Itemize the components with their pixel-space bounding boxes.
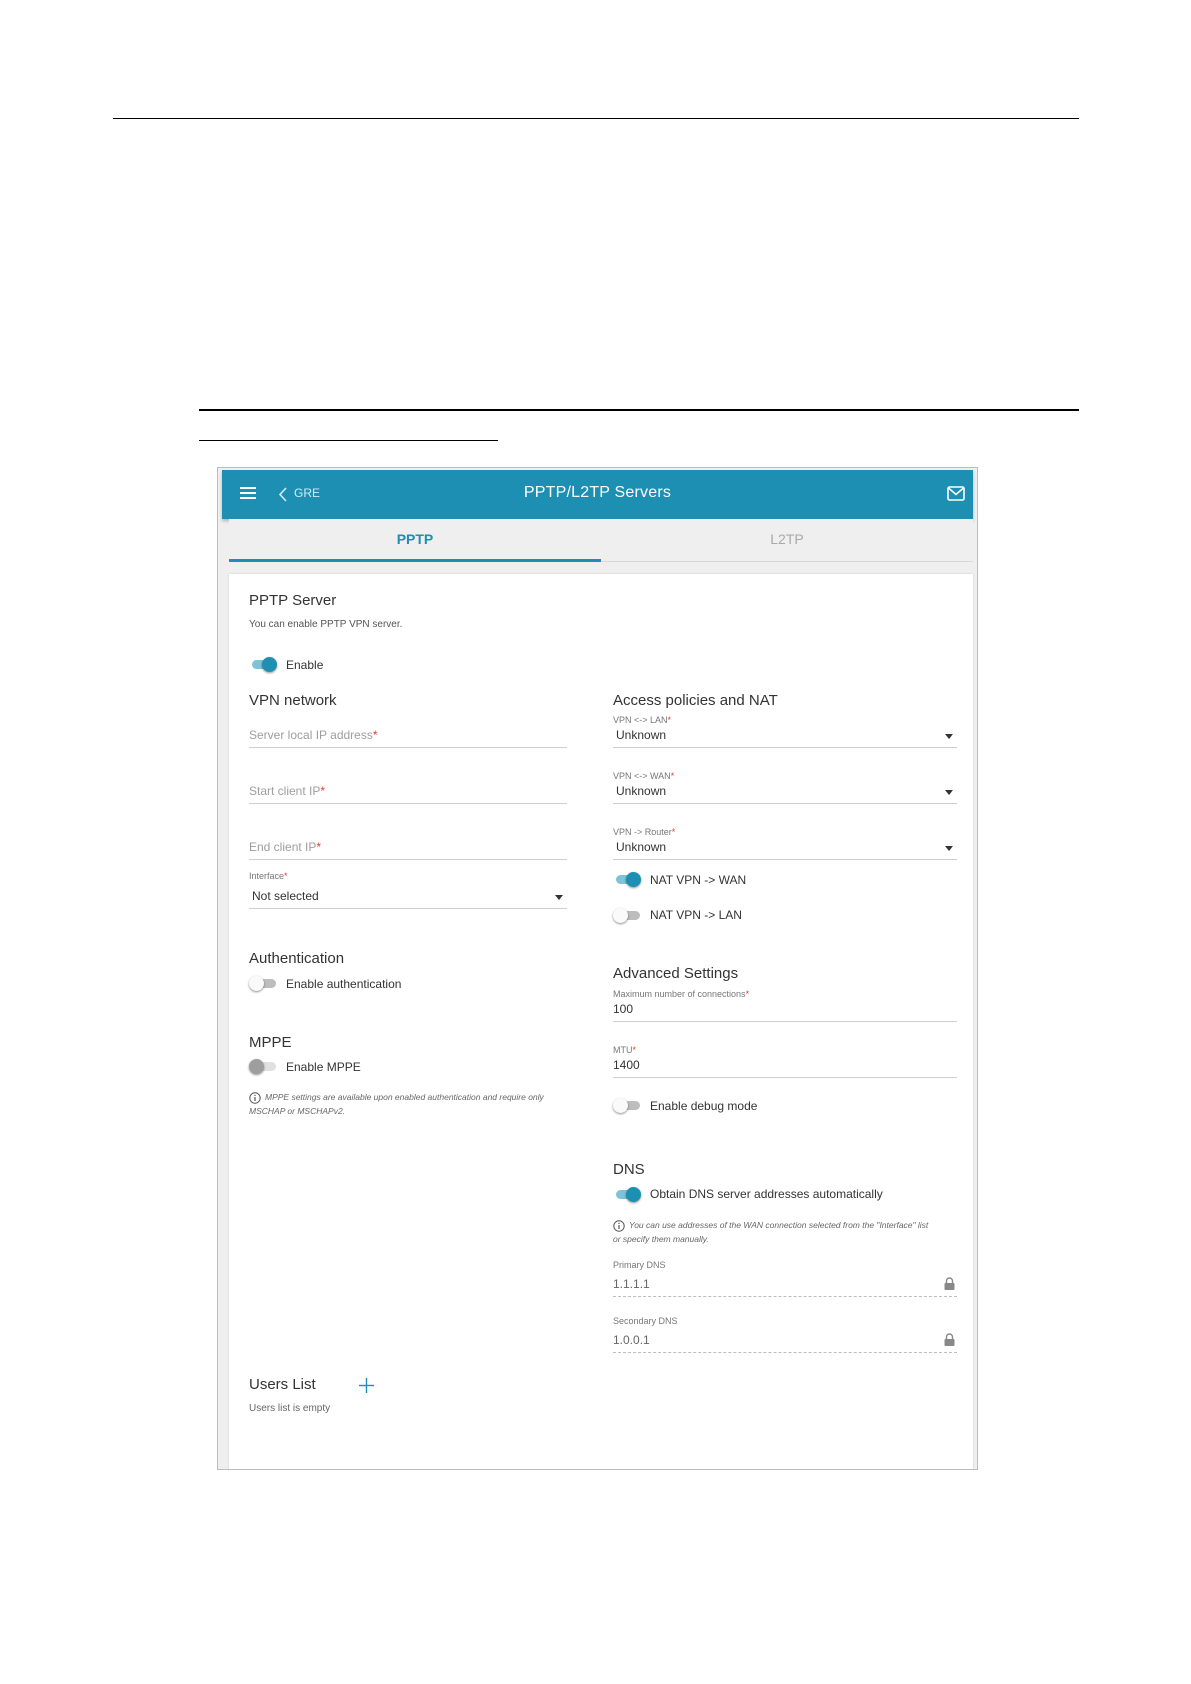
section-title-dns: DNS <box>613 1161 645 1178</box>
section-title-authentication: Authentication <box>249 950 345 967</box>
max-connections-value: 100 <box>613 1002 634 1016</box>
screenshot-frame: GRE PPTP/L2TP Servers PPTP L2TP PPTP Ser… <box>217 467 978 1470</box>
server-ip-placeholder: Server local IP address <box>249 728 373 742</box>
settings-card: PPTP Server You can enable PPTP VPN serv… <box>229 574 973 1469</box>
users-list-empty: Users list is empty <box>249 1403 331 1414</box>
server-ip-field[interactable]: Server local IP address* <box>249 722 567 748</box>
enable-authentication-toggle[interactable] <box>249 975 277 991</box>
top-bar: GRE PPTP/L2TP Servers <box>222 470 973 519</box>
add-user-button[interactable] <box>359 1378 374 1393</box>
document-rule-short <box>199 440 498 441</box>
max-connections-field[interactable]: 100 <box>613 996 957 1022</box>
vpn-lan-value: Unknown <box>616 728 667 742</box>
nat-vpn-wan-label: NAT VPN -> WAN <box>650 873 747 887</box>
start-ip-placeholder: Start client IP <box>249 784 321 798</box>
section-title-users-list: Users List <box>249 1376 316 1393</box>
enable-mppe-label: Enable MPPE <box>286 1060 361 1074</box>
dns-auto-label: Obtain DNS server addresses automaticall… <box>650 1187 883 1201</box>
chevron-down-icon <box>945 734 953 739</box>
interface-label: Interface* <box>249 871 288 881</box>
dns-note: You can use addresses of the WAN connect… <box>629 1220 929 1230</box>
dns-note-cont: or specify them manually. <box>613 1234 709 1244</box>
document-rule-top <box>113 118 1079 119</box>
mppe-note: MPPE settings are available upon enabled… <box>265 1092 544 1102</box>
document-rule-mid <box>199 409 1079 411</box>
secondary-dns-label: Secondary DNS <box>613 1316 678 1326</box>
enable-server-label: Enable <box>286 658 324 672</box>
primary-dns-field: 1.1.1.1 <box>613 1271 957 1297</box>
nat-vpn-lan-toggle[interactable] <box>613 907 641 923</box>
vpn-router-select[interactable]: Unknown <box>613 834 957 860</box>
vpn-lan-select[interactable]: Unknown <box>613 722 957 748</box>
enable-mppe-toggle[interactable] <box>249 1058 277 1074</box>
interface-select[interactable]: Not selected <box>249 883 567 909</box>
secondary-dns-field: 1.0.0.1 <box>613 1327 957 1353</box>
page-title: PPTP/L2TP Servers <box>523 484 672 501</box>
section-title-vpn-network: VPN network <box>249 692 337 709</box>
info-icon <box>613 1220 625 1232</box>
mail-icon[interactable] <box>947 486 965 501</box>
end-ip-field[interactable]: End client IP* <box>249 834 567 860</box>
interface-value: Not selected <box>252 889 319 903</box>
vpn-wan-value: Unknown <box>616 784 667 798</box>
nat-vpn-lan-label: NAT VPN -> LAN <box>650 908 742 922</box>
mtu-value: 1400 <box>613 1058 640 1072</box>
tab-pptp[interactable]: PPTP <box>229 519 601 562</box>
nat-vpn-wan-toggle[interactable] <box>613 871 641 887</box>
enable-server-toggle[interactable] <box>249 656 277 672</box>
chevron-down-icon <box>945 790 953 795</box>
secondary-dns-value: 1.0.0.1 <box>613 1333 650 1347</box>
debug-mode-toggle[interactable] <box>613 1097 641 1113</box>
dns-auto-toggle[interactable] <box>613 1186 641 1202</box>
end-ip-placeholder: End client IP <box>249 840 317 854</box>
start-ip-field[interactable]: Start client IP* <box>249 778 567 804</box>
chevron-down-icon <box>945 846 953 851</box>
section-title-advanced-settings: Advanced Settings <box>613 965 739 982</box>
vpn-wan-select[interactable]: Unknown <box>613 778 957 804</box>
tab-bar: PPTP L2TP <box>229 519 973 562</box>
info-icon <box>249 1092 261 1104</box>
debug-mode-label: Enable debug mode <box>650 1099 758 1113</box>
chevron-down-icon <box>555 895 563 900</box>
section-title-pptp-server: PPTP Server <box>249 592 337 609</box>
tab-l2tp[interactable]: L2TP <box>601 519 973 562</box>
lock-icon <box>944 1277 955 1290</box>
primary-dns-label: Primary DNS <box>613 1260 666 1270</box>
section-title-access-policies: Access policies and NAT <box>613 692 778 709</box>
mppe-note-cont: MSCHAP or MSCHAPv2. <box>249 1106 346 1116</box>
mtu-field[interactable]: 1400 <box>613 1052 957 1078</box>
enable-authentication-label: Enable authentication <box>286 977 402 991</box>
section-title-mppe: MPPE <box>249 1034 292 1051</box>
lock-icon <box>944 1333 955 1346</box>
vpn-router-value: Unknown <box>616 840 667 854</box>
primary-dns-value: 1.1.1.1 <box>613 1277 650 1291</box>
server-description: You can enable PPTP VPN server. <box>249 619 403 630</box>
